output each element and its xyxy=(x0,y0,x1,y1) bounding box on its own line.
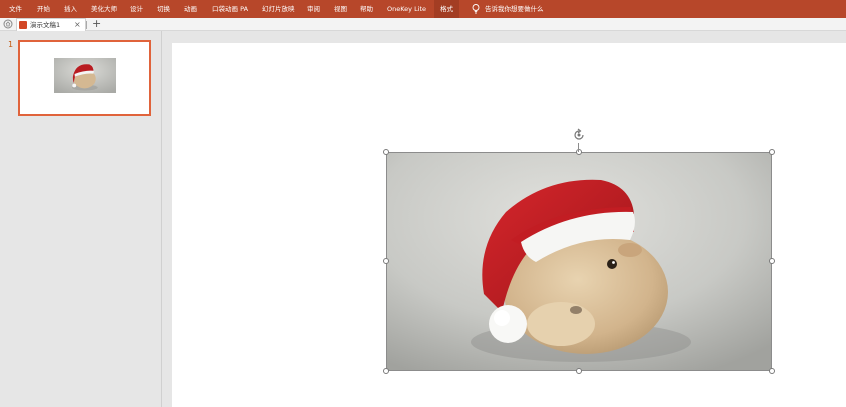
resize-handle-top-right[interactable] xyxy=(769,149,775,155)
rotate-icon[interactable] xyxy=(572,128,586,142)
resize-handle-bottom[interactable] xyxy=(576,368,582,374)
tab-pocket-animation[interactable]: 口袋动画 PA xyxy=(212,0,248,18)
tab-help[interactable]: 帮助 xyxy=(360,0,373,18)
slide-canvas[interactable] xyxy=(172,43,846,407)
tab-transitions[interactable]: 切换 xyxy=(157,0,170,18)
tab-view[interactable]: 视图 xyxy=(334,0,347,18)
add-tab-icon[interactable]: + xyxy=(92,17,101,30)
slide-thumbnail[interactable] xyxy=(18,40,151,116)
document-title: 演示文稿1 xyxy=(30,21,61,29)
tab-onekey-lite[interactable]: OneKey Lite xyxy=(387,0,426,18)
slide-number: 1 xyxy=(8,40,14,49)
ribbon-tab-bar: 文件 开始 插入 美化大师 设计 切换 动画 口袋动画 PA 幻灯片放映 审阅 … xyxy=(0,0,846,18)
tab-file[interactable]: 文件 xyxy=(9,0,22,18)
resize-handle-right[interactable] xyxy=(769,258,775,264)
rotate-connector xyxy=(578,143,579,152)
resize-handle-bottom-left[interactable] xyxy=(383,368,389,374)
slide-thumbnail-pane: 1 xyxy=(0,31,162,407)
resize-handle-left[interactable] xyxy=(383,258,389,264)
tab-divider xyxy=(86,21,87,29)
resize-handle-top[interactable] xyxy=(576,149,582,155)
document-tab[interactable]: 演示文稿1 × xyxy=(16,18,86,31)
resize-handle-bottom-right[interactable] xyxy=(769,368,775,374)
tab-animations[interactable]: 动画 xyxy=(184,0,197,18)
guinea-pig-picture[interactable] xyxy=(386,152,772,371)
close-icon[interactable]: × xyxy=(74,19,81,30)
document-tab-strip: 演示文稿1 × + xyxy=(0,17,846,31)
tab-beautify-master[interactable]: 美化大师 xyxy=(91,0,117,18)
tab-design[interactable]: 设计 xyxy=(130,0,143,18)
resize-handle-top-left[interactable] xyxy=(383,149,389,155)
powerpoint-icon xyxy=(19,21,27,29)
home-icon[interactable] xyxy=(3,19,13,29)
tab-home[interactable]: 开始 xyxy=(37,0,50,18)
lightbulb-icon xyxy=(472,4,480,14)
tab-format[interactable]: 格式 xyxy=(434,0,459,18)
tell-me-label: 告诉我你想要做什么 xyxy=(485,5,544,13)
tab-insert[interactable]: 插入 xyxy=(64,0,77,18)
tab-slide-show[interactable]: 幻灯片放映 xyxy=(262,0,295,18)
tab-review[interactable]: 审阅 xyxy=(307,0,320,18)
thumbnail-picture xyxy=(54,58,116,93)
